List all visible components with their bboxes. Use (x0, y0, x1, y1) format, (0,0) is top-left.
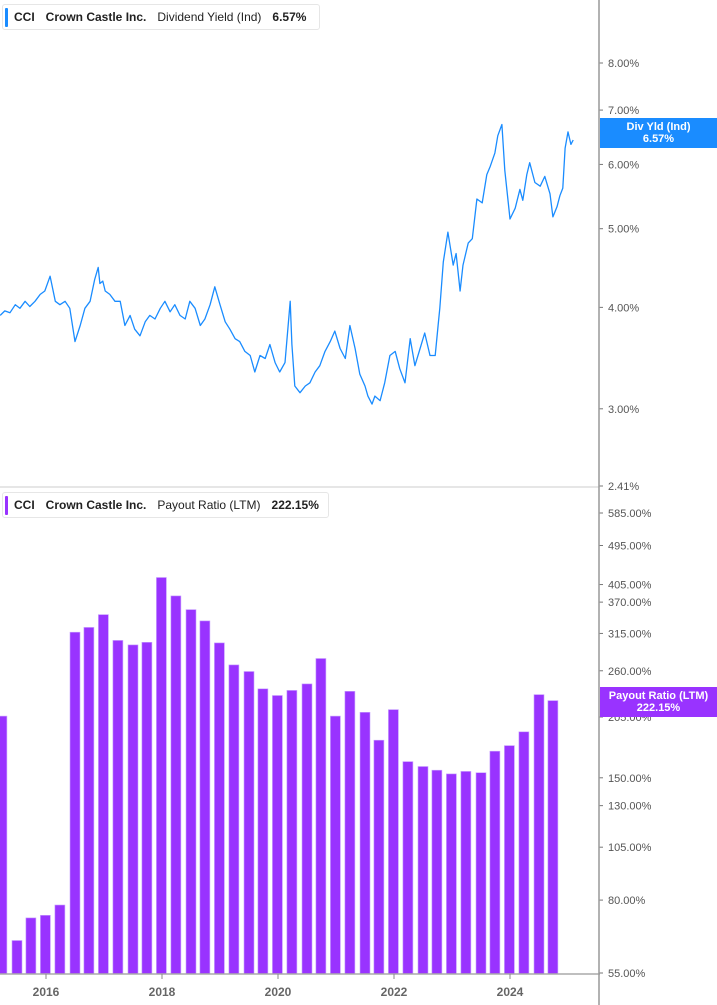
x-tick-label: 2022 (381, 985, 408, 999)
payout-tick-label: 260.00% (608, 666, 652, 678)
payout-tick-label: 370.00% (608, 597, 652, 609)
legend-dividend-yield: CCI Crown Castle Inc. Dividend Yield (In… (2, 4, 320, 30)
payout-bar (228, 664, 240, 975)
x-tick-label: 2018 (149, 985, 176, 999)
payout-flag-value: 222.15% (636, 702, 681, 714)
legend-ticker: CCI (14, 498, 35, 512)
payout-bar (0, 715, 8, 975)
legend-company: Crown Castle Inc. (45, 10, 147, 24)
payout-bar (156, 577, 167, 975)
payout-bar (257, 688, 269, 975)
payout-bar (199, 620, 211, 975)
payout-bar (170, 595, 182, 975)
yield-flag-value: 6.57% (642, 133, 675, 145)
yield-tick-label: 3.00% (608, 404, 639, 416)
legend-ticker: CCI (14, 10, 35, 24)
payout-bar (69, 631, 81, 975)
payout-bar (243, 671, 255, 975)
x-tick-label: 2020 (265, 985, 292, 999)
payout-bars (0, 577, 559, 975)
payout-bar (518, 731, 530, 975)
yield-tick-label: 5.00% (608, 224, 639, 236)
payout-flag-label: Payout Ratio (LTM) (608, 690, 709, 702)
payout-tick-label: 55.00% (608, 968, 646, 980)
legend-company: Crown Castle Inc. (45, 498, 147, 512)
payout-bar (475, 772, 487, 975)
yield-tick-label: 4.00% (608, 302, 639, 314)
payout-ratio-panel: 585.00% 495.00% 405.00% 370.00% 315.00% 260.0… (0, 508, 652, 980)
payout-bar (54, 904, 66, 975)
yield-line (0, 123, 574, 405)
payout-value-flag: Payout Ratio (LTM) 222.15% (600, 687, 717, 717)
yield-tick-label: 6.00% (608, 159, 639, 171)
payout-bar (547, 700, 559, 975)
payout-bar (315, 658, 327, 975)
x-tick-label: 2024 (497, 985, 524, 999)
payout-bar (446, 773, 457, 975)
payout-tick-label: 405.00% (608, 580, 652, 592)
payout-bar (533, 694, 545, 975)
payout-bar (301, 683, 313, 975)
payout-tick-label: 495.00% (608, 541, 652, 553)
payout-bar (11, 940, 23, 975)
legend-metric: Payout Ratio (LTM) (157, 498, 261, 512)
legend-value: 222.15% (271, 498, 319, 512)
payout-bar (417, 766, 429, 975)
payout-bar (214, 642, 225, 975)
payout-bar (272, 695, 283, 975)
payout-tick-label: 80.00% (608, 895, 646, 907)
payout-bar (460, 771, 472, 975)
payout-bar (185, 609, 197, 975)
legend-swatch-payout (5, 496, 8, 515)
x-axis-ticks: 2016 2018 2020 2022 2024 (33, 974, 524, 999)
payout-axis-ticks: 585.00% 495.00% 405.00% 370.00% 315.00% 260.0… (599, 508, 652, 980)
payout-bar (98, 614, 109, 975)
payout-tick-label: 105.00% (608, 842, 652, 854)
yield-tick-label: 7.00% (608, 105, 639, 117)
payout-bar (359, 711, 371, 975)
legend-value: 6.57% (272, 10, 307, 24)
payout-bar (286, 690, 298, 975)
x-tick-label: 2016 (33, 985, 60, 999)
payout-bar (112, 640, 124, 975)
payout-bar (83, 627, 95, 975)
payout-bar (344, 690, 356, 975)
legend-metric: Dividend Yield (Ind) (157, 10, 262, 24)
yield-tick-label: 2.41% (608, 481, 639, 493)
payout-bar (40, 914, 51, 975)
payout-bar (330, 715, 341, 975)
payout-tick-label: 585.00% (608, 508, 652, 520)
legend-payout-ratio: CCI Crown Castle Inc. Payout Ratio (LTM)… (2, 492, 329, 518)
payout-bar (431, 769, 443, 975)
payout-tick-label: 150.00% (608, 773, 652, 785)
payout-tick-label: 130.00% (608, 801, 652, 813)
payout-bar (388, 709, 399, 975)
payout-bar (141, 641, 153, 975)
payout-bar (373, 739, 385, 975)
yield-value-flag: Div Yld (Ind) 6.57% (600, 118, 717, 148)
dividend-yield-panel: 8.00% 7.00% 6.00% 5.00% 4.00% 3.00% 2.41% (0, 58, 639, 493)
payout-bar (25, 917, 37, 975)
payout-bar (489, 750, 501, 975)
yield-flag-label: Div Yld (Ind) (626, 121, 691, 133)
payout-bar (402, 761, 414, 975)
payout-tick-label: 315.00% (608, 628, 652, 640)
legend-swatch-yield (5, 8, 8, 27)
yield-tick-label: 8.00% (608, 58, 639, 70)
payout-bar (127, 644, 139, 975)
payout-bar (504, 745, 515, 975)
